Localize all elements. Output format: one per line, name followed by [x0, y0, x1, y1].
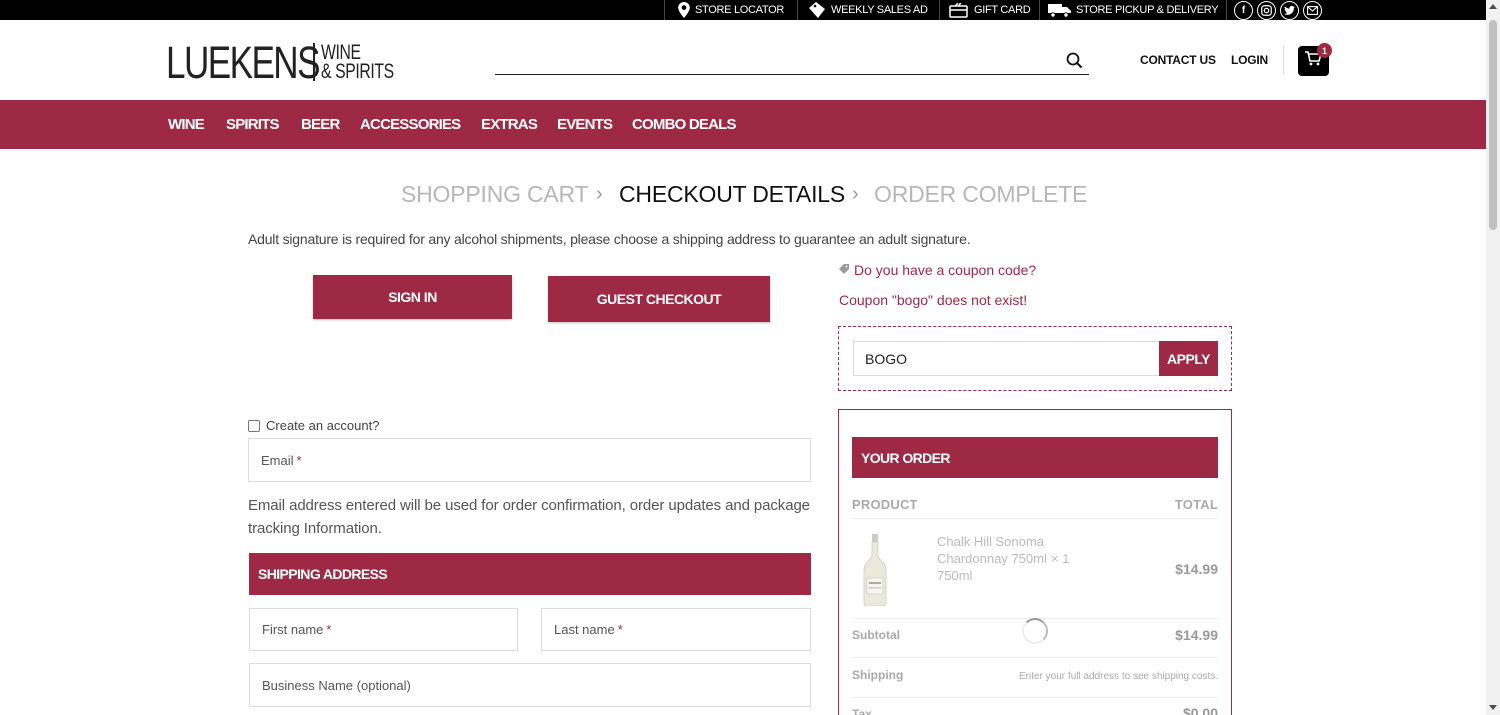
gift-card-link[interactable]: GIFT CARD	[949, 0, 1031, 20]
email-field[interactable]: Email *	[248, 438, 811, 482]
email-label: Email	[261, 452, 294, 468]
nav-item-extras[interactable]: EXTRAS	[481, 116, 538, 133]
search-input[interactable]	[495, 48, 1055, 72]
order-item-title: Chalk Hill Sonoma Chardonnay 750ml	[937, 534, 1047, 566]
nav-item-wine[interactable]: WINE	[168, 116, 205, 133]
product-column-header: PRODUCT	[852, 497, 918, 512]
scroll-down-arrow-icon[interactable]	[1489, 705, 1497, 710]
order-item-size: 750ml	[937, 568, 973, 583]
logo-subtitle-line2: & SPIRITS	[321, 60, 394, 83]
adult-signature-notice: Adult signature is required for any alco…	[248, 231, 971, 247]
order-item-price: $14.99	[1175, 561, 1218, 577]
weekly-sales-ad-link[interactable]: WEEKLY SALES AD	[807, 0, 928, 20]
page-scrollbar[interactable]	[1486, 0, 1500, 715]
login-link[interactable]: LOGIN	[1231, 53, 1268, 67]
delivery-truck-icon	[1048, 3, 1072, 18]
nav-item-combo-deals[interactable]: COMBO DEALS	[632, 116, 737, 133]
social-links: f	[1234, 0, 1322, 20]
nav-item-spirits[interactable]: SPIRITS	[226, 116, 280, 133]
nav-item-accessories[interactable]: ACCESSORIES	[360, 116, 461, 133]
required-marker: *	[326, 622, 332, 637]
coupon-code-input[interactable]	[853, 341, 1159, 376]
store-locator-label: STORE LOCATOR	[695, 4, 785, 16]
email-icon[interactable]	[1303, 0, 1322, 20]
divider	[852, 518, 1218, 519]
logo-subtitle: WINE & SPIRITS	[321, 42, 396, 83]
search-icon[interactable]	[1066, 52, 1083, 74]
sign-in-button[interactable]: SIGN IN	[313, 275, 512, 319]
twitter-icon[interactable]	[1280, 0, 1299, 20]
business-name-field[interactable]: Business Name (optional)	[249, 663, 811, 707]
divider	[852, 697, 1218, 698]
step-shopping-cart[interactable]: SHOPPING CART	[401, 181, 589, 208]
subtotal-value: $14.99	[1175, 627, 1218, 643]
coupon-toggle-link[interactable]: Do you have a coupon code?	[839, 262, 1036, 278]
divider	[939, 0, 940, 20]
last-name-field[interactable]: Last name *	[541, 608, 811, 651]
tax-label: Tax	[852, 707, 872, 715]
map-pin-icon	[677, 2, 691, 18]
gift-card-label: GIFT CARD	[974, 4, 1031, 16]
last-name-label: Last name	[554, 622, 615, 637]
tax-value: $0.00	[1182, 705, 1218, 715]
apply-coupon-button[interactable]: APPLY	[1159, 341, 1218, 376]
instagram-icon[interactable]	[1257, 0, 1276, 20]
email-usage-note: Email address entered will be used for o…	[248, 497, 810, 537]
divider	[664, 0, 665, 20]
utility-bar: STORE LOCATOR WEEKLY SALES AD GIFT CARD …	[0, 0, 1486, 20]
pickup-delivery-label: STORE PICKUP & DELIVERY	[1076, 4, 1219, 16]
shipping-address-heading: SHIPPING ADDRESS	[249, 553, 811, 595]
gift-card-icon	[949, 2, 970, 18]
order-item-quantity: × 1	[1051, 551, 1070, 566]
chevron-right-icon: ›	[596, 183, 603, 205]
required-marker: *	[617, 622, 623, 637]
scrollbar-thumb[interactable]	[1489, 20, 1497, 230]
chevron-right-icon: ›	[852, 183, 859, 205]
shipping-cost-note: Enter your full address to see shipping …	[1019, 671, 1218, 682]
logo-wordmark: LUEKENS	[166, 36, 321, 88]
weekly-sales-ad-label: WEEKLY SALES AD	[831, 4, 928, 16]
search-underline	[495, 74, 1089, 75]
scroll-up-arrow-icon[interactable]	[1489, 4, 1497, 9]
create-account-label: Create an account?	[266, 418, 380, 433]
required-marker: *	[296, 452, 302, 468]
create-account-checkbox[interactable]	[248, 419, 260, 432]
divider	[1283, 45, 1284, 75]
first-name-field[interactable]: First name *	[249, 608, 518, 651]
first-name-label: First name	[262, 622, 324, 637]
your-order-heading: YOUR ORDER	[852, 437, 1218, 478]
order-item-name: Chalk Hill Sonoma Chardonnay 750ml 750ml	[937, 533, 1057, 584]
divider	[797, 0, 798, 20]
guest-checkout-button[interactable]: GUEST CHECKOUT	[548, 276, 770, 322]
site-logo[interactable]: LUEKENS WINE & SPIRITS	[166, 36, 421, 88]
divider	[1039, 0, 1040, 20]
nav-item-events[interactable]: EVENTS	[557, 116, 613, 133]
coupon-error-message: Coupon "bogo" does not exist!	[839, 292, 1028, 308]
loading-spinner	[1022, 618, 1048, 644]
cart-count-badge: 1	[1317, 43, 1332, 58]
step-order-complete: ORDER COMPLETE	[874, 181, 1088, 207]
subtotal-label: Subtotal	[852, 628, 900, 642]
divider	[852, 657, 1218, 658]
tag-icon	[839, 262, 850, 278]
divider	[1226, 0, 1227, 20]
main-nav: WINE SPIRITS BEER ACCESSORIES EXTRAS EVE…	[0, 100, 1486, 149]
step-checkout-details[interactable]: CHECKOUT DETAILS	[619, 181, 845, 208]
price-tag-icon	[807, 2, 827, 18]
facebook-icon[interactable]: f	[1234, 0, 1253, 20]
product-thumbnail	[862, 534, 888, 611]
coupon-question: Do you have a coupon code?	[854, 262, 1037, 278]
pickup-delivery-link[interactable]: STORE PICKUP & DELIVERY	[1048, 0, 1219, 20]
store-locator-link[interactable]: STORE LOCATOR	[677, 0, 784, 20]
business-name-label: Business Name (optional)	[262, 677, 411, 693]
nav-item-beer[interactable]: BEER	[301, 116, 340, 133]
total-column-header: TOTAL	[1174, 497, 1218, 512]
checkout-steps: SHOPPING CART › CHECKOUT DETAILS › ORDER…	[0, 181, 1486, 211]
create-account-option[interactable]: Create an account?	[248, 418, 379, 433]
shipping-label: Shipping	[852, 668, 904, 682]
contact-us-link[interactable]: CONTACT US	[1140, 53, 1216, 67]
